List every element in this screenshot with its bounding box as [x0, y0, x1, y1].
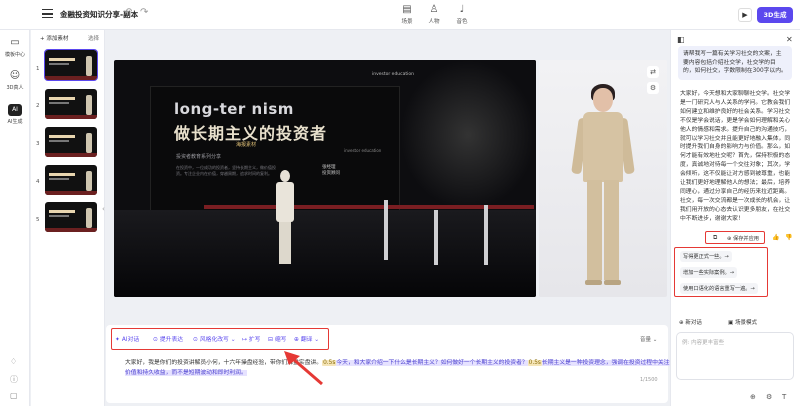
script-line-1[interactable]: 大家好，我是你们的投资讲解员小何，十六年操盘经验，带你们解盘实盘讲。0.5s今天… — [125, 357, 682, 366]
volume-control[interactable]: 音量 ⌄ — [640, 335, 657, 343]
save-apply-button[interactable]: ⊕ 保存并应用 — [727, 235, 759, 242]
save-apply-label: 保存并应用 — [733, 236, 759, 242]
nav-voice[interactable]: ♩ 音色 — [447, 4, 477, 25]
scene-mode-label: 场景模式 — [734, 320, 757, 326]
redo-icon[interactable]: ↷ — [140, 7, 148, 18]
nav-character[interactable]: ♙ 人物 — [419, 4, 449, 25]
script-selection: 长期主义是一种投资理念，强调在投资过程中关注长期 — [541, 360, 682, 366]
scene-thumbnail-2[interactable] — [45, 89, 97, 119]
slide-paragraph: 在投资中，一位成功的投资者，坚持长期主义，做价值投资。专注企业内在价值，穿越周期… — [176, 165, 276, 176]
scene-number: 2 — [36, 103, 40, 109]
nav-scene[interactable]: ▤ 场景 — [392, 4, 422, 25]
collapse-panel-icon[interactable]: ‹ — [102, 205, 105, 213]
person-icon: ♙ — [429, 4, 439, 15]
thumbs-up-icon[interactable]: 👍 — [772, 234, 779, 241]
rail-item-template-center[interactable]: ▭ 模板中心 — [0, 37, 30, 58]
play-button[interactable]: ▶ — [738, 8, 752, 22]
scene-number: 1 — [36, 66, 40, 72]
scene-number: 3 — [36, 141, 40, 147]
scene-icon: ▤ — [402, 4, 412, 15]
suggestion-chip[interactable]: 使用口语化的语言重写一遍。→ — [680, 283, 758, 294]
layers-icon[interactable]: ⚙ — [766, 393, 772, 401]
new-chat-button[interactable]: ⊕ 新对话 — [679, 318, 702, 326]
generate-3d-button[interactable]: 3D生成 — [757, 7, 793, 23]
rail-item-3d-human[interactable]: ☺ 3D真人 — [0, 70, 30, 91]
script-selection: 今天，和大家介绍一下什么是长期主义？如何做好一个长期主义的投资者？ — [336, 360, 528, 366]
nav-scene-label: 场景 — [401, 19, 413, 25]
stage-light — [400, 60, 536, 210]
new-chat-label: 新对话 — [685, 320, 702, 326]
scene-thumbnail-3[interactable] — [45, 127, 97, 157]
character-count: 1/1500 — [640, 377, 658, 383]
copy-icon[interactable]: ⧉ — [713, 234, 717, 242]
settings-icon[interactable]: ⚙ — [647, 82, 659, 94]
text-icon[interactable]: T — [782, 393, 786, 401]
suggestion-chip[interactable]: 增加一些实际案例。→ — [680, 267, 738, 278]
volume-label: 音量 — [640, 337, 652, 343]
pause-marker[interactable]: 0.5s — [527, 360, 542, 366]
rail-item-label: AI生成 — [7, 119, 23, 125]
notification-icon[interactable]: ♢ — [10, 357, 17, 366]
script-selection: 价值和持久收益，而不是短期波动和即时利润。 — [125, 370, 247, 376]
presenter-figure[interactable] — [274, 170, 296, 270]
stage-pillar — [434, 210, 438, 265]
ai-response: 大家好，今天想和大家聊聊社交学。社交学是一门研究人与人关系的学问。它教会我们如何… — [680, 91, 791, 222]
scene-number: 5 — [36, 217, 40, 223]
annotation-arrow-icon — [284, 351, 323, 386]
main-canvas[interactable]: long-ter nism 做长期主义的投资者 海报素材 投资者教育系列分享 在… — [114, 60, 536, 297]
zoom-icon[interactable]: ⊕ — [750, 393, 756, 401]
avatar-preview[interactable]: ⇄ ⚙ — [539, 60, 667, 297]
person-icon: ☺ — [9, 70, 21, 81]
slide-english-title: long-ter nism — [174, 100, 294, 118]
rail-item-label: 模板中心 — [4, 52, 25, 58]
chat-input-placeholder: 例: 内容更丰富些 — [682, 340, 725, 346]
scene-thumbnail-1[interactable] — [44, 49, 98, 81]
thumbs-down-icon[interactable]: 👎 — [785, 234, 792, 241]
slide-subtitle: 投资者教育系列分享 — [176, 154, 222, 160]
add-material-button[interactable]: + 添加素材 — [40, 34, 68, 42]
suggestion-chip[interactable]: 写得更正式一些。→ — [680, 251, 732, 262]
user-message: 请帮我写一篇有关学习社交的文案，主要内容包括介绍社交学，社交学的目的，如何社交，… — [678, 46, 792, 80]
speaker-caption: 张经理 投资顾问 — [322, 165, 340, 177]
sidebar-toggle-icon[interactable]: ◧ — [677, 35, 685, 44]
slide-tag: 海报素材 — [236, 142, 257, 148]
speaker-role: 投资顾问 — [322, 171, 340, 176]
nav-character-label: 人物 — [428, 19, 440, 25]
scene-thumbnail-5[interactable] — [45, 202, 97, 232]
slide-label: investor education — [372, 72, 415, 77]
scene-mode-button[interactable]: ▣ 场景模式 — [728, 318, 757, 326]
toolbar-highlight — [111, 328, 329, 350]
template-icon: ▭ — [10, 37, 20, 48]
menu-icon[interactable] — [42, 9, 53, 18]
rail-item-ai-generate[interactable]: AI AI生成 — [0, 104, 30, 125]
stage-floor — [114, 210, 536, 297]
ai-icon: AI — [8, 104, 22, 116]
undo-icon[interactable]: ↶ — [124, 7, 132, 18]
nav-voice-label: 音色 — [456, 19, 468, 25]
close-icon[interactable]: ✕ — [786, 35, 793, 44]
rail-item-label: 3D真人 — [6, 85, 24, 91]
slide-label-secondary: investor education — [344, 148, 382, 153]
scene-number: 4 — [36, 179, 40, 185]
select-button[interactable]: 选择 — [88, 34, 99, 42]
help-icon[interactable]: ⓘ — [10, 374, 18, 385]
scene-thumbnail-4[interactable] — [45, 165, 97, 195]
stage-pillar — [484, 205, 488, 265]
feedback-icon[interactable]: ▢ — [10, 391, 18, 400]
replace-icon[interactable]: ⇄ — [647, 66, 659, 78]
microphone-icon: ♩ — [459, 4, 465, 15]
stage-pillar — [384, 200, 388, 260]
script-line-2[interactable]: 价值和持久收益，而不是短期波动和即时利润。 — [125, 367, 247, 376]
